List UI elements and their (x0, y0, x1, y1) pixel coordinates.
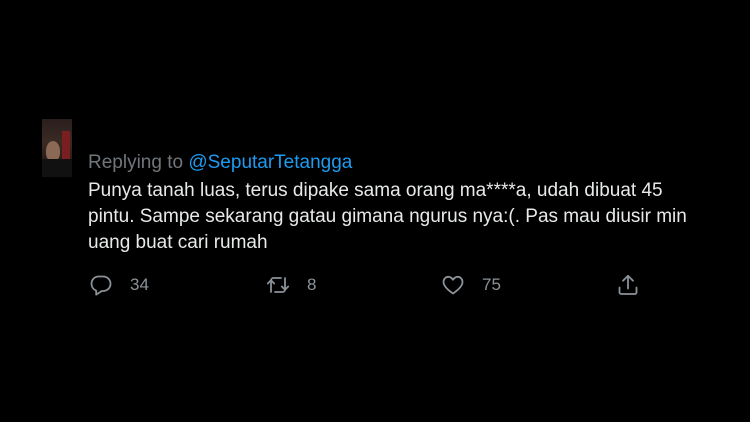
avatar-photo-detail (46, 141, 60, 161)
replying-to-label: Replying to (88, 152, 189, 173)
avatar[interactable] (42, 119, 72, 177)
retweet-icon (266, 277, 290, 293)
share-icon (618, 274, 638, 295)
tweet-text-line: Punya tanah luas, terus dipake sama oran… (88, 180, 663, 201)
replying-to: Replying to @SeputarTetangga (88, 151, 352, 175)
tweet-text-line: pintu. Sampe sekarang gatau gimana nguru… (88, 206, 687, 227)
like-count: 75 (482, 275, 501, 294)
retweet-button[interactable]: 8 (266, 272, 316, 298)
reply-count: 34 (130, 275, 149, 294)
share-button[interactable] (616, 272, 640, 298)
reply-button[interactable]: 34 (89, 272, 149, 298)
tweet-text-line: uang buat cari rumah (88, 232, 268, 253)
avatar-photo-detail (42, 159, 72, 177)
retweet-count: 8 (307, 275, 317, 294)
like-button[interactable]: 75 (441, 272, 501, 298)
heart-icon (442, 275, 464, 295)
reply-icon (90, 275, 112, 296)
tweet-text: Punya tanah luas, terus dipake sama oran… (88, 178, 728, 256)
replied-user-handle[interactable]: @SeputarTetangga (188, 152, 352, 173)
